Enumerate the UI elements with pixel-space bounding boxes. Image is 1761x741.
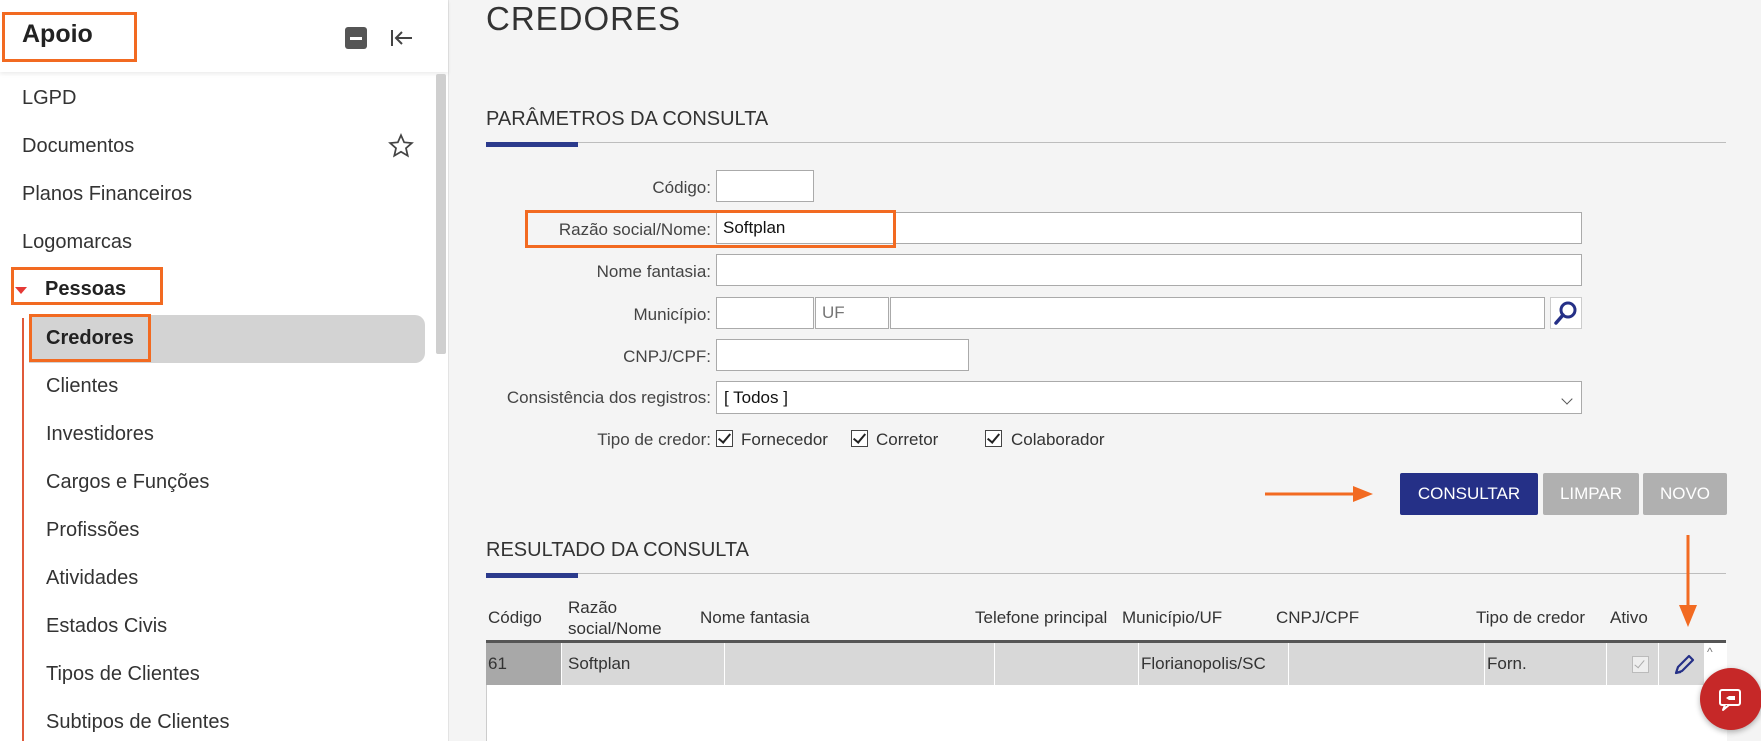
- cell-fantasia: [725, 643, 995, 685]
- star-icon[interactable]: [388, 133, 414, 159]
- sidebar: Apoio LGPD Documentos Planos Financeiros…: [0, 0, 449, 741]
- sidebar-item-investidores[interactable]: Investidores: [46, 423, 154, 446]
- col-header-cnpj[interactable]: CNPJ/CPF: [1276, 607, 1359, 628]
- cell-municipio: Florianopolis/SC: [1139, 643, 1289, 685]
- sidebar-item-clientes[interactable]: Clientes: [46, 375, 118, 398]
- corretor-checkbox[interactable]: [851, 430, 868, 447]
- ativo-checkbox: [1632, 656, 1649, 673]
- col-header-fantasia[interactable]: Nome fantasia: [700, 607, 810, 628]
- highlight-box: [29, 314, 151, 362]
- cell-tipo: Forn.: [1485, 643, 1607, 685]
- consultar-button[interactable]: CONSULTAR: [1400, 473, 1538, 515]
- section-accent: [486, 142, 578, 147]
- scroll-up-icon[interactable]: ^: [1707, 645, 1713, 659]
- cnpj-label: CNPJ/CPF:: [623, 347, 711, 366]
- tree-line: [22, 318, 24, 741]
- municipio-name-input[interactable]: [890, 297, 1545, 329]
- divider: [486, 142, 1726, 143]
- col-header-razao-line1[interactable]: Razão: [568, 597, 617, 618]
- sidebar-item-planos-financeiros[interactable]: Planos Financeiros: [22, 183, 192, 206]
- col-header-tipo[interactable]: Tipo de credor: [1476, 607, 1585, 628]
- cell-razao: Softplan: [562, 643, 725, 685]
- params-section-title: PARÂMETROS DA CONSULTA: [486, 108, 769, 130]
- chevron-down-icon: [1561, 393, 1573, 405]
- limpar-button[interactable]: LIMPAR: [1543, 473, 1639, 515]
- fantasia-label: Nome fantasia:: [596, 262, 711, 281]
- highlight-box: [525, 210, 896, 248]
- divider: [486, 573, 1726, 574]
- consistencia-selected-value: [ Todos ]: [724, 388, 788, 407]
- cell-cnpj: [1289, 643, 1485, 685]
- search-icon: [1554, 301, 1577, 325]
- municipio-label: Município:: [633, 305, 711, 324]
- col-header-ativo[interactable]: Ativo: [1610, 607, 1648, 628]
- cell-telefone: [995, 643, 1139, 685]
- colaborador-label: Colaborador: [1011, 430, 1105, 449]
- col-header-razao-line2[interactable]: social/Nome: [568, 618, 662, 639]
- sidebar-header: Apoio: [0, 0, 448, 72]
- sidebar-item-estados-civis[interactable]: Estados Civis: [46, 615, 167, 638]
- arrow-down-icon: [1679, 535, 1697, 627]
- chat-icon: [1719, 689, 1741, 711]
- novo-button[interactable]: NOVO: [1643, 473, 1727, 515]
- table-row[interactable]: 61 Softplan Florianopolis/SC Forn.: [486, 643, 1704, 685]
- collapse-sidebar-icon[interactable]: [388, 24, 416, 52]
- codigo-label: Código:: [652, 178, 711, 197]
- highlight-box: [11, 267, 163, 305]
- col-header-telefone[interactable]: Telefone principal: [975, 607, 1107, 628]
- sidebar-item-profissoes[interactable]: Profissões: [46, 519, 139, 542]
- edit-pencil-icon[interactable]: [1671, 652, 1697, 678]
- fantasia-input[interactable]: [716, 254, 1582, 286]
- sidebar-item-logomarcas[interactable]: Logomarcas: [22, 231, 132, 254]
- chat-button[interactable]: [1700, 668, 1761, 730]
- sidebar-item-documentos[interactable]: Documentos: [22, 135, 134, 158]
- sidebar-item-atividades[interactable]: Atividades: [46, 567, 138, 590]
- section-accent: [486, 573, 578, 578]
- highlight-box: [2, 12, 137, 62]
- sidebar-item-cargos-funcoes[interactable]: Cargos e Funções: [46, 471, 209, 494]
- sidebar-item-tipos-clientes[interactable]: Tipos de Clientes: [46, 663, 200, 686]
- tipo-credor-label: Tipo de credor:: [597, 430, 711, 449]
- page-title: CREDORES: [486, 0, 682, 37]
- consistencia-select[interactable]: [ Todos ]: [716, 381, 1582, 414]
- uf-input[interactable]: [815, 297, 889, 329]
- corretor-label: Corretor: [876, 430, 939, 449]
- col-header-municipio[interactable]: Município/UF: [1122, 607, 1222, 628]
- search-municipio-button[interactable]: [1550, 297, 1582, 329]
- codigo-input[interactable]: [716, 170, 814, 202]
- results-section-title: RESULTADO DA CONSULTA: [486, 539, 750, 561]
- colaborador-checkbox[interactable]: [985, 430, 1002, 447]
- fornecedor-checkbox[interactable]: [716, 430, 733, 447]
- fornecedor-label: Fornecedor: [741, 430, 828, 449]
- cnpj-input[interactable]: [716, 339, 969, 371]
- col-header-codigo[interactable]: Código: [488, 607, 542, 628]
- collapse-all-icon[interactable]: [345, 27, 367, 49]
- cell-codigo: 61: [486, 643, 562, 685]
- sidebar-item-subtipos-clientes[interactable]: Subtipos de Clientes: [46, 711, 229, 734]
- sidebar-item-lgpd[interactable]: LGPD: [22, 87, 76, 110]
- municipio-code-input[interactable]: [716, 297, 814, 329]
- arrow-right-icon: [1265, 486, 1373, 502]
- consistencia-label: Consistência dos registros:: [506, 388, 711, 407]
